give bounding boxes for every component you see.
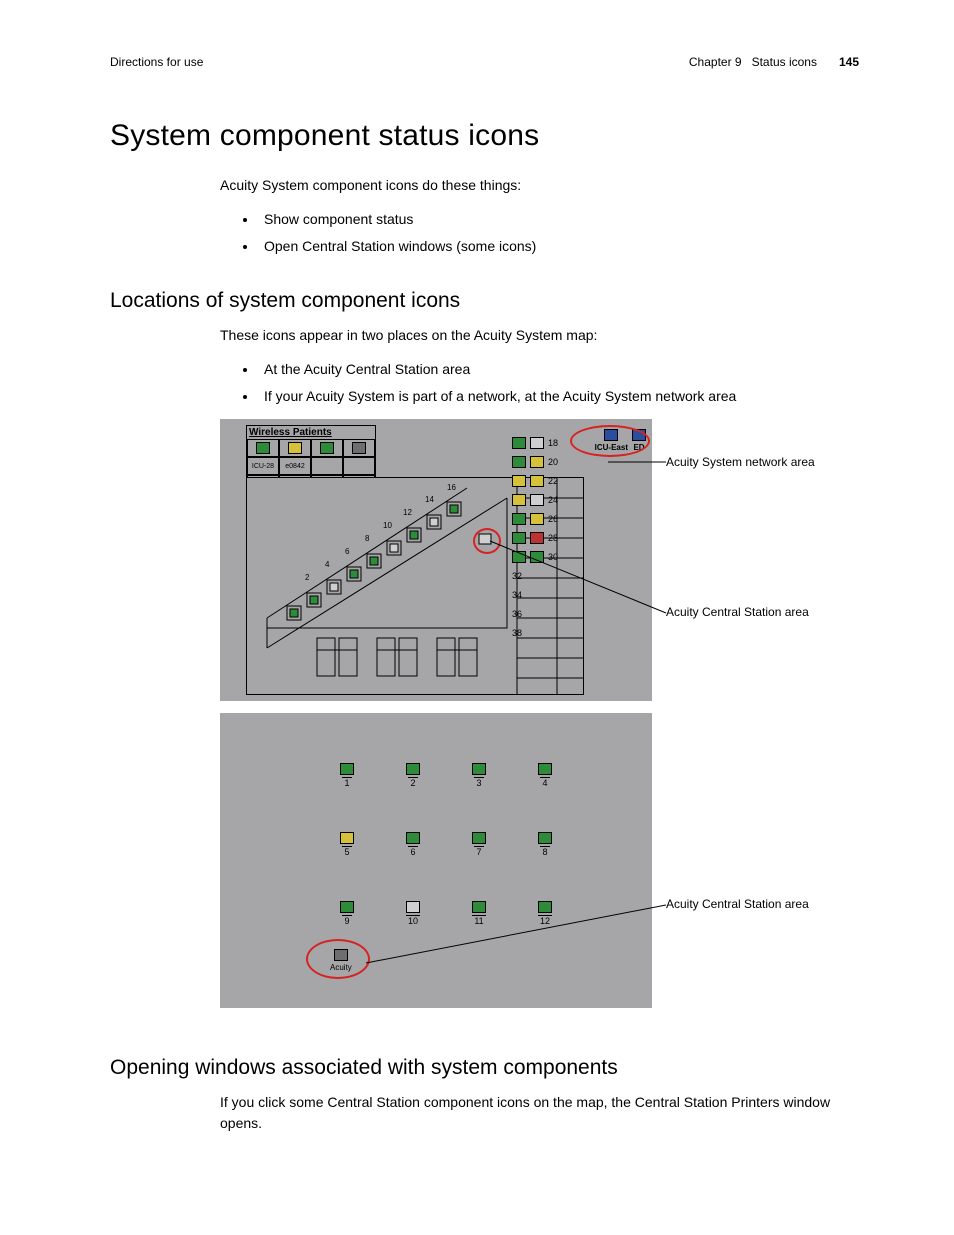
room-icon <box>530 456 544 468</box>
page-title: System component status icons <box>110 119 859 153</box>
room-icon <box>512 513 526 525</box>
bullet-item: At the Acuity Central Station area <box>258 356 859 383</box>
open-text: If you click some Central Station compon… <box>220 1092 859 1134</box>
station-icon <box>472 763 486 775</box>
callout-central: Acuity Central Station area <box>666 605 809 619</box>
patient-label: e0842 <box>279 457 311 475</box>
station-icon <box>538 763 552 775</box>
room-icon <box>530 513 544 525</box>
callout-network: Acuity System network area <box>666 455 815 469</box>
patient-icon <box>288 442 302 454</box>
acuity-highlight <box>306 939 370 979</box>
patient-label: ICU-28 <box>247 457 279 475</box>
section-heading: Locations of system component icons <box>110 289 859 313</box>
loc-intro: These icons appear in two places on the … <box>220 325 859 346</box>
section-heading: Opening windows associated with system c… <box>110 1056 859 1080</box>
header-left: Directions for use <box>110 55 203 69</box>
bullet-item: Show component status <box>258 206 859 233</box>
patient-icon <box>256 442 270 454</box>
figure-1-wrap: Wireless Patients ICU-28 e0842 <box>220 419 859 701</box>
station-icon <box>406 832 420 844</box>
room-icon <box>512 475 526 487</box>
svg-text:8: 8 <box>365 534 370 543</box>
header-chapter: Chapter 9 <box>689 55 742 69</box>
figure-2-wrap: 1 2 3 4 5 6 7 8 9 10 11 12 Acuity <box>220 713 859 1008</box>
callout-central-2: Acuity Central Station area <box>666 897 809 911</box>
room-icon <box>512 494 526 506</box>
loc-bullets: At the Acuity Central Station area If yo… <box>220 356 859 409</box>
room-icon <box>530 437 544 449</box>
svg-text:4: 4 <box>325 560 330 569</box>
room-icon <box>512 456 526 468</box>
patient-icon <box>352 442 366 454</box>
station-icon <box>340 763 354 775</box>
svg-text:12: 12 <box>403 508 412 517</box>
room-icon <box>530 494 544 506</box>
bullet-item: If your Acuity System is part of a netwo… <box>258 383 859 410</box>
header-right: Chapter 9 Status icons 145 <box>689 55 859 69</box>
svg-text:6: 6 <box>345 547 350 556</box>
svg-text:10: 10 <box>383 521 392 530</box>
svg-text:16: 16 <box>447 483 456 492</box>
intro-bullets: Show component status Open Central Stati… <box>220 206 859 259</box>
page-number: 145 <box>839 55 859 69</box>
room-icon <box>512 437 526 449</box>
station-icon <box>472 832 486 844</box>
room-icon <box>530 475 544 487</box>
bullet-item: Open Central Station windows (some icons… <box>258 233 859 260</box>
station-icon <box>340 832 354 844</box>
station-icon <box>340 901 354 913</box>
svg-text:14: 14 <box>425 495 434 504</box>
svg-text:2: 2 <box>305 573 310 582</box>
intro-text: Acuity System component icons do these t… <box>220 175 859 196</box>
network-area-highlight <box>570 425 650 457</box>
icon-grid: 1 2 3 4 5 6 7 8 9 10 11 12 <box>314 763 578 926</box>
wireless-patients-title: Wireless Patients <box>247 426 375 439</box>
station-icon <box>538 832 552 844</box>
station-icon <box>406 763 420 775</box>
page-header: Directions for use Chapter 9 Status icon… <box>110 55 859 69</box>
header-section: Status icons <box>752 55 817 69</box>
patient-icon <box>320 442 334 454</box>
